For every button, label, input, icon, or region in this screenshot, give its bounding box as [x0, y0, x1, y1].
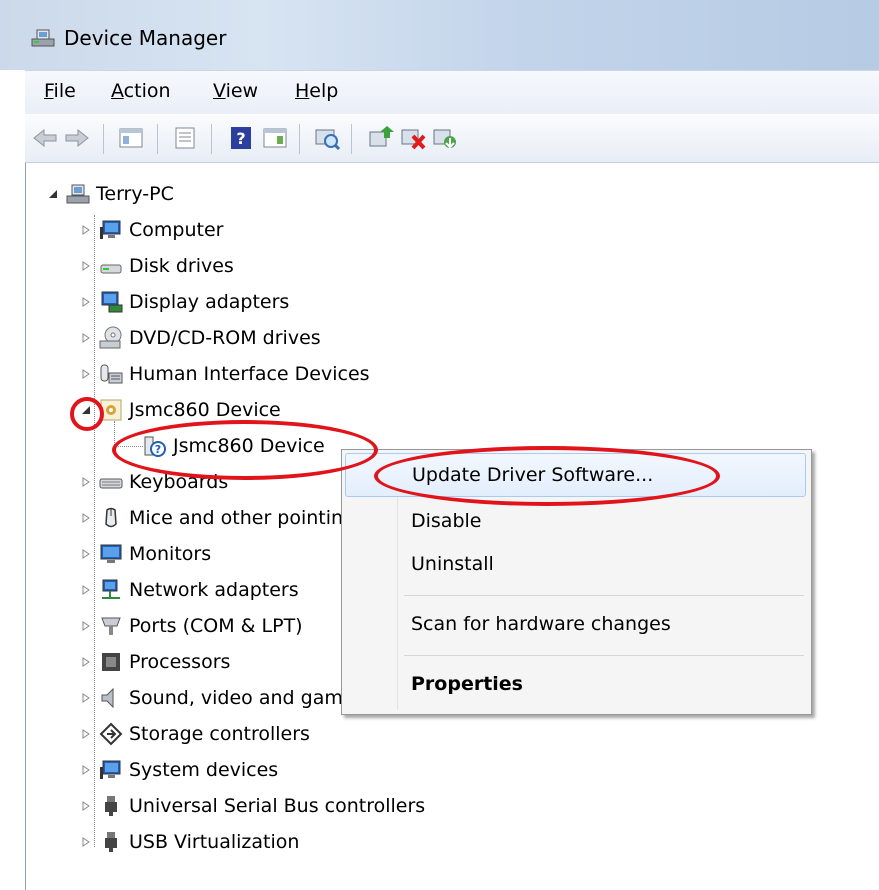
- menu-help[interactable]: Help: [295, 80, 338, 102]
- help-icon[interactable]: ?: [225, 122, 257, 154]
- tree-item-display-adapters[interactable]: Display adapters: [79, 286, 289, 318]
- tree-item-usb-controllers[interactable]: Universal Serial Bus controllers: [79, 790, 425, 822]
- port-icon: [101, 617, 121, 635]
- menu-bar: File Action View Help: [25, 70, 879, 115]
- collapse-triangle-icon[interactable]: [79, 403, 93, 417]
- tree-item-dvd-drives[interactable]: DVD/CD-ROM drives: [79, 322, 321, 354]
- system-device-icon: [100, 760, 121, 779]
- svg-text:?: ?: [236, 129, 245, 148]
- forward-icon[interactable]: [61, 122, 93, 154]
- network-adapter-icon: [102, 579, 120, 599]
- update-driver-icon[interactable]: [365, 122, 397, 154]
- tree-item-usb-virtualization[interactable]: USB Virtualization: [79, 826, 299, 858]
- storage-controller-icon: [99, 722, 123, 746]
- tree-item-label: Jsmc860 Device: [173, 435, 325, 457]
- tree-item-processors[interactable]: Processors: [79, 646, 230, 678]
- tree-item-label: Disk drives: [129, 255, 234, 277]
- menu-file[interactable]: File: [44, 80, 76, 102]
- dvd-drive-icon: [99, 326, 122, 349]
- disable-device-icon[interactable]: [397, 122, 429, 154]
- tree-item-label: Processors: [129, 651, 231, 673]
- tree-item-keyboards[interactable]: Keyboards: [79, 466, 228, 498]
- tree-item-label: Computer: [129, 219, 224, 241]
- expand-triangle-icon[interactable]: [79, 547, 93, 561]
- tree-item-label: Monitors: [129, 543, 212, 565]
- expand-triangle-icon[interactable]: [79, 295, 93, 309]
- tree-root[interactable]: Terry-PC: [46, 178, 174, 210]
- tree-item-label: Storage controllers: [129, 723, 310, 745]
- keyboard-icon: [99, 478, 123, 489]
- monitor-icon: [100, 544, 122, 563]
- expand-triangle-icon[interactable]: [79, 655, 93, 669]
- show-action-pane-icon[interactable]: [259, 122, 291, 154]
- hid-icon: [100, 364, 123, 384]
- tree-item-monitors[interactable]: Monitors: [79, 538, 211, 570]
- tree-item-label: System devices: [129, 759, 279, 781]
- expand-triangle-icon[interactable]: [79, 223, 93, 237]
- context-menu: Update Driver Software... Disable Uninst…: [341, 449, 812, 715]
- tree-item-label: Ports (COM & LPT): [129, 615, 303, 637]
- tree-item-jsmc860-category[interactable]: Jsmc860 Device: [79, 394, 281, 426]
- scan-hardware-icon[interactable]: [311, 122, 343, 154]
- svg-text:?: ?: [155, 443, 161, 456]
- expand-triangle-icon[interactable]: [79, 763, 93, 777]
- expand-triangle-icon[interactable]: [79, 583, 93, 597]
- menu-update-driver-software[interactable]: Update Driver Software...: [345, 453, 806, 497]
- expand-triangle-icon[interactable]: [79, 727, 93, 741]
- tree-item-label: Human Interface Devices: [129, 363, 370, 385]
- tree-item-network-adapters[interactable]: Network adapters: [79, 574, 299, 606]
- device-manager-icon: [31, 29, 55, 47]
- menu-properties[interactable]: Properties: [345, 662, 806, 706]
- computer-root-icon: [66, 184, 90, 204]
- mouse-icon: [105, 507, 117, 528]
- unknown-device-icon: ?: [144, 436, 166, 457]
- title-bar[interactable]: Device Manager: [0, 0, 879, 70]
- tree-item-hid[interactable]: Human Interface Devices: [79, 358, 370, 390]
- show-hide-console-tree-icon[interactable]: [115, 122, 147, 154]
- usb-icon: [105, 796, 117, 816]
- toolbar: ?: [25, 114, 879, 163]
- menu-uninstall[interactable]: Uninstall: [345, 542, 806, 586]
- usb-icon: [105, 832, 117, 852]
- tree-item-label: Display adapters: [129, 291, 290, 313]
- back-icon[interactable]: [29, 122, 61, 154]
- menu-disable[interactable]: Disable: [345, 499, 806, 543]
- tree-item-jsmc860-device[interactable]: ? Jsmc860 Device: [143, 430, 325, 462]
- expand-triangle-icon[interactable]: [79, 475, 93, 489]
- uninstall-device-icon[interactable]: [429, 122, 461, 154]
- expand-triangle-icon[interactable]: [79, 799, 93, 813]
- tree-item-label: DVD/CD-ROM drives: [129, 327, 321, 349]
- menu-view[interactable]: View: [213, 80, 258, 102]
- display-adapter-icon: [101, 291, 123, 313]
- processor-icon: [102, 653, 120, 671]
- window-title: Device Manager: [64, 26, 227, 50]
- tree-item-label: USB Virtualization: [129, 831, 300, 853]
- tree-item-label: Network adapters: [129, 579, 299, 601]
- expand-triangle-icon[interactable]: [79, 259, 93, 273]
- tree-item-storage-controllers[interactable]: Storage controllers: [79, 718, 310, 750]
- tree-item-label: Jsmc860 Device: [129, 399, 281, 421]
- expand-triangle-icon[interactable]: [79, 835, 93, 849]
- expand-triangle-icon[interactable]: [79, 367, 93, 381]
- tree-item-system-devices[interactable]: System devices: [79, 754, 278, 786]
- properties-icon[interactable]: [169, 122, 201, 154]
- collapse-triangle-icon[interactable]: [46, 187, 60, 201]
- tree-root-label: Terry-PC: [96, 183, 174, 205]
- tree-item-label: Keyboards: [129, 471, 229, 493]
- device-category-icon: [100, 399, 122, 421]
- menu-scan-hardware-changes[interactable]: Scan for hardware changes: [345, 602, 806, 646]
- expand-triangle-icon[interactable]: [79, 691, 93, 705]
- disk-drive-icon: [100, 264, 122, 274]
- tree-item-disk-drives[interactable]: Disk drives: [79, 250, 234, 282]
- expand-triangle-icon[interactable]: [79, 619, 93, 633]
- tree-item-computer[interactable]: Computer: [79, 214, 223, 246]
- expand-triangle-icon[interactable]: [79, 331, 93, 345]
- expand-triangle-icon[interactable]: [79, 511, 93, 525]
- menu-action[interactable]: Action: [111, 80, 171, 102]
- tree-item-ports[interactable]: Ports (COM & LPT): [79, 610, 303, 642]
- computer-icon: [100, 220, 121, 239]
- sound-icon: [101, 687, 114, 709]
- tree-item-label: Universal Serial Bus controllers: [129, 795, 426, 817]
